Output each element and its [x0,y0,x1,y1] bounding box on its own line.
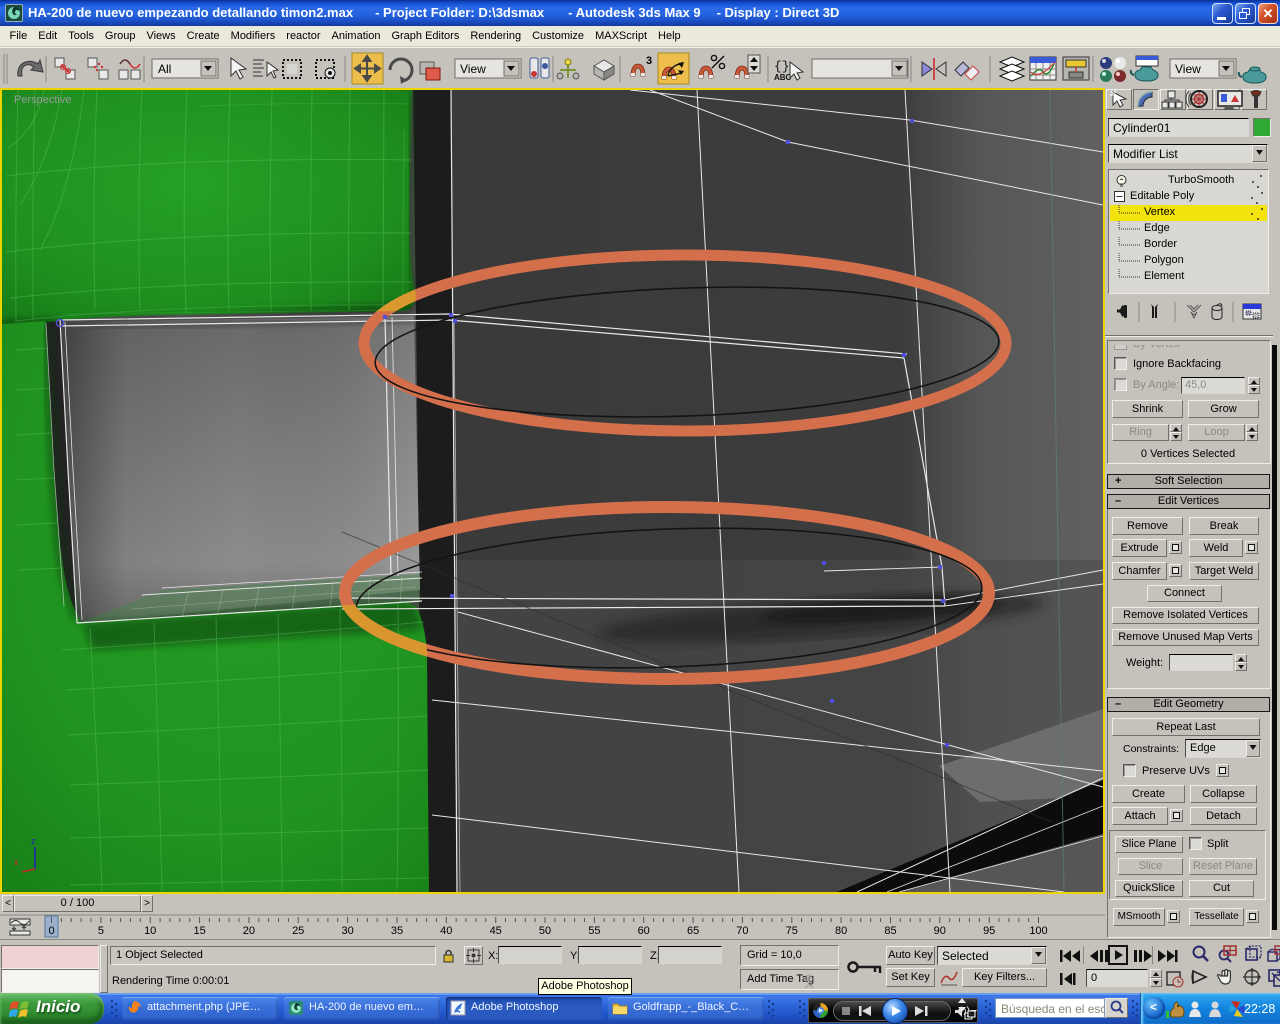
svg-text:0: 0 [48,925,54,937]
svg-text:95: 95 [983,925,995,937]
svg-text:35: 35 [391,925,403,937]
svg-text:30: 30 [341,925,353,937]
svg-text:25: 25 [292,925,304,937]
svg-text:All: All [158,62,171,76]
svg-text:View: View [1175,62,1201,76]
svg-text:ABC: ABC [774,73,792,82]
svg-text:90: 90 [934,925,946,937]
svg-text:60: 60 [638,925,650,937]
svg-text:100: 100 [1029,925,1047,937]
svg-text:{}: {} [774,59,790,74]
svg-text:40: 40 [440,925,452,937]
svg-text:55: 55 [588,925,600,937]
svg-text:5: 5 [98,925,104,937]
svg-text:75: 75 [786,925,798,937]
svg-text:z: z [31,836,36,846]
svg-text:50: 50 [539,925,551,937]
svg-text:20: 20 [243,925,255,937]
svg-text:15: 15 [193,925,205,937]
svg-text:3: 3 [646,55,652,67]
svg-text:80: 80 [835,925,847,937]
svg-text:Perspective: Perspective [14,94,71,106]
svg-text:45: 45 [490,925,502,937]
svg-text:65: 65 [687,925,699,937]
svg-text:85: 85 [884,925,896,937]
svg-text:10: 10 [144,925,156,937]
svg-text:70: 70 [736,925,748,937]
svg-text:View: View [460,62,486,76]
svg-text:x: x [14,857,19,867]
